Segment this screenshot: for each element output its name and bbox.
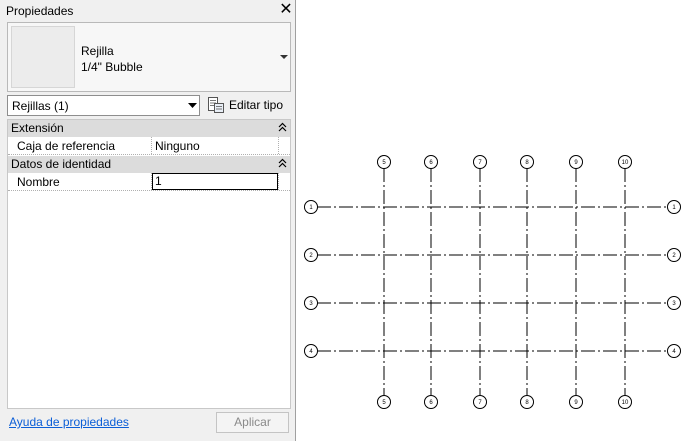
type-family-name: Rejilla xyxy=(81,44,114,58)
palette-title: Propiedades xyxy=(6,4,74,18)
type-name: 1/4" Bubble xyxy=(81,60,143,74)
chevron-down-icon xyxy=(188,103,197,108)
column-divider xyxy=(278,137,279,154)
property-name: Nombre xyxy=(17,175,60,189)
group-title: Datos de identidad xyxy=(11,157,112,171)
properties-grid: Extensión Caja de referencia Ninguno Dat… xyxy=(7,119,291,409)
grid-10-bottom-label[interactable]: 10 xyxy=(622,400,629,406)
close-icon[interactable]: ✕ xyxy=(278,2,294,18)
collapse-icon[interactable] xyxy=(278,122,287,134)
group-header-identity[interactable]: Datos de identidad xyxy=(8,156,290,173)
collapse-icon[interactable] xyxy=(278,158,287,170)
column-divider xyxy=(278,173,279,190)
type-selector[interactable]: Rejilla 1/4" Bubble xyxy=(7,22,291,92)
group-header-extension[interactable]: Extensión xyxy=(8,120,290,137)
property-row-name[interactable]: Nombre 1 xyxy=(8,173,290,191)
chevron-down-icon[interactable] xyxy=(280,53,288,61)
instance-filter-dropdown[interactable]: Rejillas (1) xyxy=(7,95,200,116)
edit-type-button[interactable]: Editar tipo xyxy=(207,95,291,116)
property-name: Caja de referencia xyxy=(17,139,116,153)
edit-type-icon xyxy=(208,97,224,113)
edit-type-label: Editar tipo xyxy=(229,98,284,112)
palette-title-bar[interactable]: Propiedades ✕ xyxy=(0,0,296,22)
filter-row: Rejillas (1) Editar tipo xyxy=(7,95,291,117)
drawing-area[interactable]: 1 1 2 2 3 3 4 4 5 5 6 6 7 7 8 8 9 9 10 10 xyxy=(297,0,688,441)
group-title: Extensión xyxy=(11,121,64,135)
property-value[interactable]: Ninguno xyxy=(155,139,200,153)
column-divider xyxy=(151,137,152,154)
property-row-scope-box[interactable]: Caja de referencia Ninguno xyxy=(8,137,290,155)
filter-value: Rejillas (1) xyxy=(12,99,69,113)
grid-10-top-label[interactable]: 10 xyxy=(622,160,629,166)
grid-drawing: 1 12 23 34 455667788991010 xyxy=(304,155,681,409)
properties-palette: Propiedades ✕ Rejilla 1/4" Bubble Rejill… xyxy=(0,0,296,441)
apply-button[interactable]: Aplicar xyxy=(216,412,289,433)
type-preview-image xyxy=(11,26,75,88)
name-input[interactable]: 1 xyxy=(152,173,278,190)
properties-help-link[interactable]: Ayuda de propiedades xyxy=(9,415,129,429)
